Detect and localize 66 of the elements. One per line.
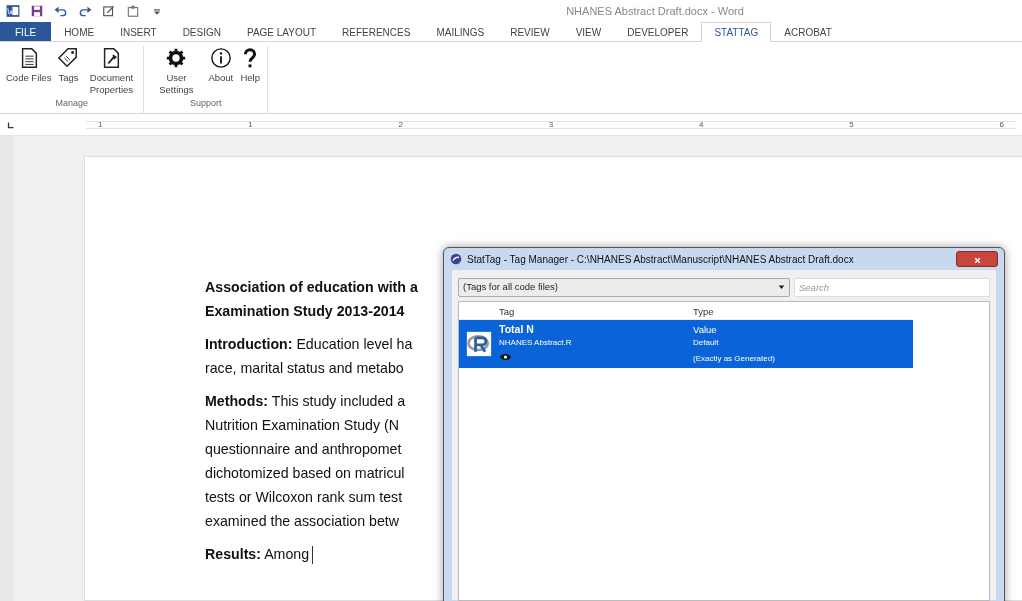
window-title: NHANES Abstract Draft.docx - Word [566, 3, 744, 19]
clipboard-icon[interactable] [126, 4, 140, 18]
ribbon-button[interactable]: About [206, 46, 236, 97]
text-cursor [312, 546, 314, 565]
group-label: Manage [54, 96, 89, 110]
dropdown-arrow-icon [778, 284, 785, 291]
code-file-name: NHANES Abstract.R [499, 337, 573, 349]
ribbon-tab[interactable]: MAILINGS [423, 22, 498, 41]
undo-icon[interactable] [54, 4, 68, 18]
column-header: Type [693, 305, 714, 319]
document-text-line: Association of education with a [205, 278, 418, 297]
tag-format: Default [693, 337, 720, 349]
ruler-number: 5 [849, 121, 854, 128]
column-header: Tag [499, 305, 516, 319]
filter-dropdown[interactable]: (Tags for all code files) [458, 278, 790, 297]
ribbon-tab[interactable]: STATTAG [701, 22, 772, 42]
eye-icon [499, 352, 512, 362]
document-text-line: Methods: This study included a [205, 392, 406, 411]
ruler-number: 3 [548, 121, 554, 128]
edit-icon[interactable] [102, 4, 116, 18]
document-text-line: questionnaire and anthropomet [205, 440, 402, 459]
ribbon-tab[interactable]: INSERT [107, 22, 170, 41]
ribbon-tab[interactable]: ACROBAT [771, 22, 845, 41]
redo-icon[interactable] [78, 4, 92, 18]
ruler-number: 6 [999, 121, 1004, 128]
tag-icon [57, 46, 80, 70]
ribbon-tab[interactable]: REVIEW [497, 22, 563, 41]
ruler-number: 4 [699, 121, 704, 128]
app-icon [450, 253, 462, 265]
group-label: Support [189, 96, 223, 110]
ribbon-tab[interactable]: REFERENCES [329, 22, 424, 41]
tag-format-detail: (Exactly as Generated) [693, 353, 775, 365]
dialog-title: StatTag - Tag Manager - C:\NHANES Abstract\Manuscript\NHANES Abstract Draft.docx [467, 252, 854, 267]
document-text-line: Examination Study 2013-2014 [205, 302, 405, 321]
save-icon[interactable] [30, 4, 44, 18]
r-logo-icon [466, 331, 492, 357]
ribbon-tab[interactable]: DEVELOPER [614, 22, 702, 41]
file-tab[interactable]: FILE [0, 22, 52, 41]
document-text-line: examined the association betw [205, 512, 399, 531]
close-button[interactable] [956, 251, 998, 267]
settings-icon [165, 46, 188, 70]
ruler-number: 1 [248, 121, 253, 128]
word-icon[interactable] [6, 4, 20, 18]
ribbon-tab[interactable]: VIEW [562, 22, 615, 41]
document-text-line: Introduction: Education level ha [205, 335, 413, 354]
ribbon-button[interactable]: User Settings [148, 46, 205, 97]
tag-name: Total N [499, 323, 535, 336]
search-field[interactable]: Search [794, 278, 990, 297]
ribbon-tab[interactable]: DESIGN [169, 22, 234, 41]
ruler-number: 2 [398, 121, 403, 128]
info-icon [209, 46, 232, 70]
ruler-number: 1 [98, 121, 103, 128]
tag-type: Value [693, 323, 718, 336]
document-text-line: tests or Wilcoxon rank sum test [205, 488, 403, 507]
ribbon-button[interactable]: Tags [55, 46, 82, 97]
document-text-line: Results: Among [205, 542, 314, 566]
ribbon-tab[interactable]: PAGE LAYOUT [233, 22, 330, 41]
tag-row[interactable]: Total N NHANES Abstract.R Value Default (Exactly as Generated) [459, 320, 913, 368]
document-text-line: dichotomized based on matricul [205, 464, 405, 483]
ribbon-button[interactable]: Help [237, 46, 264, 97]
ribbon-button[interactable]: Document Properties [83, 46, 140, 97]
document-text-line: Nutrition Examination Study (N [205, 416, 399, 435]
ribbon-button[interactable]: Code Files [4, 46, 54, 97]
ribbon-tab[interactable]: HOME [51, 22, 108, 41]
close-icon [972, 255, 982, 265]
document-text-line: race, marital status and metabo [205, 359, 404, 378]
